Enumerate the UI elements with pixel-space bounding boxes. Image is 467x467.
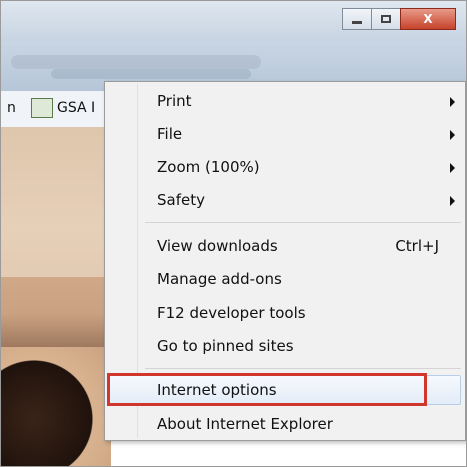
shortcut-label: Ctrl+J [395, 237, 439, 255]
menu-item-manage-addons[interactable]: Manage add-ons [105, 264, 465, 294]
favorites-partial-text: n [7, 100, 16, 116]
menu-item-safety[interactable]: Safety [105, 185, 465, 215]
menu-item-label: File [157, 125, 183, 143]
menu-item-label: Zoom (100%) [157, 158, 260, 176]
menu-separator [145, 368, 461, 369]
submenu-arrow-icon [450, 130, 455, 140]
submenu-arrow-icon [450, 97, 455, 107]
favorites-item-gsa[interactable]: GSA I [57, 100, 95, 116]
minimize-icon [352, 20, 362, 24]
menu-item-zoom[interactable]: Zoom (100%) [105, 152, 465, 182]
maximize-button[interactable] [371, 8, 401, 30]
site-favicon-icon [31, 98, 53, 118]
title-bar: X [1, 1, 466, 41]
menu-separator [145, 222, 461, 223]
submenu-arrow-icon [450, 163, 455, 173]
menu-item-label: About Internet Explorer [157, 415, 333, 433]
menu-item-label: View downloads [157, 237, 278, 255]
maximize-icon [381, 15, 391, 23]
menu-item-file[interactable]: File [105, 119, 465, 149]
minimize-button[interactable] [342, 8, 372, 30]
page-content-background [1, 127, 111, 466]
favorites-bar: n GSA I [1, 91, 111, 128]
blurred-address-text [11, 55, 261, 69]
menu-item-about-ie[interactable]: About Internet Explorer [105, 409, 465, 439]
close-button[interactable]: X [400, 8, 456, 30]
menu-item-label: Safety [157, 191, 205, 209]
menu-item-pinned-sites[interactable]: Go to pinned sites [105, 331, 465, 361]
blurred-tab-text [51, 69, 251, 79]
menu-item-f12-developer-tools[interactable]: F12 developer tools [105, 298, 465, 328]
menu-item-label: Manage add-ons [157, 270, 282, 288]
browser-window: X n GSA I Print File Zoom (100%) Safety … [0, 0, 467, 467]
page-image-bottom [1, 347, 111, 466]
menu-item-label: Go to pinned sites [157, 337, 294, 355]
menu-item-label: Print [157, 92, 192, 110]
submenu-arrow-icon [450, 196, 455, 206]
page-image-top [1, 127, 111, 277]
menu-item-view-downloads[interactable]: View downloads Ctrl+J [105, 231, 465, 261]
menu-item-print[interactable]: Print [105, 86, 465, 116]
window-controls: X [342, 8, 456, 30]
annotation-highlight-box [107, 373, 427, 406]
menu-item-label: F12 developer tools [157, 304, 306, 322]
